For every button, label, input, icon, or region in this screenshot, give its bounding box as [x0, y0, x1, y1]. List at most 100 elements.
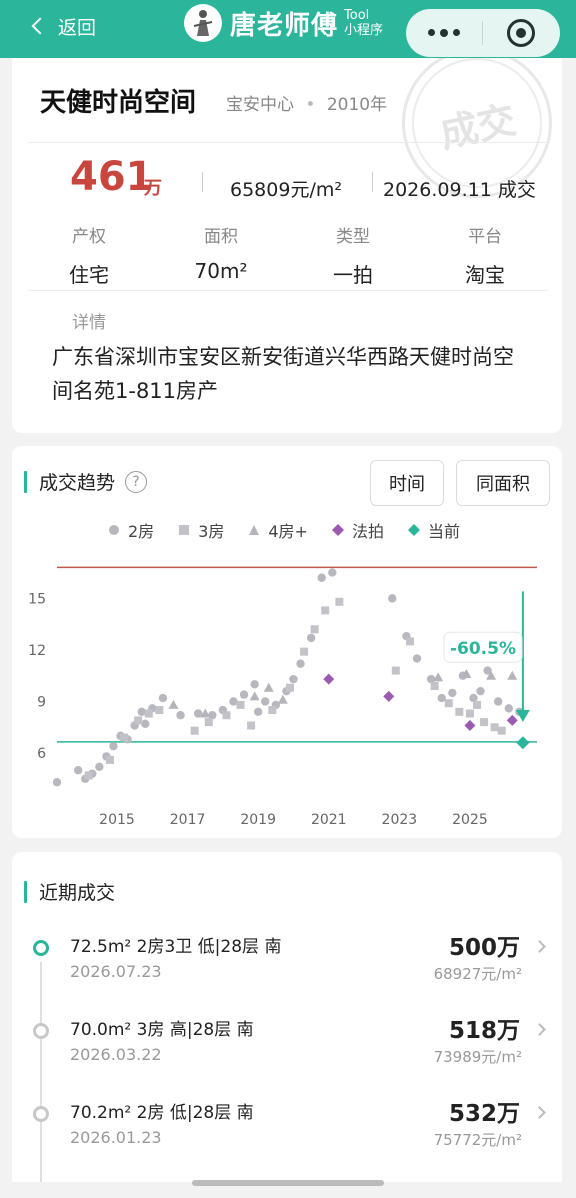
detail-address: 广东省深圳市宝安区新安街道兴华西路天健时尚空间名苑1-811房产	[52, 345, 514, 403]
timeline-dot	[33, 1023, 49, 1039]
data-point-2room	[504, 704, 513, 713]
trend-chart[interactable]: 6 9 12 15 2015 2017 2019 2021 2023 2025 -60.5%	[12, 446, 562, 838]
data-point-2room	[52, 778, 62, 787]
data-point-2room	[476, 686, 485, 696]
brand-tag-cn: 小程序	[344, 23, 384, 38]
total-price: 461	[70, 154, 154, 200]
data-point-2room	[306, 633, 316, 643]
more-icon[interactable]	[406, 29, 482, 37]
recent-header: 近期成交	[24, 878, 115, 905]
attr-platform: 平台 淘宝	[465, 227, 505, 287]
list-item[interactable]: 72.5m² 2房3卫 低|28层 南 2026.07.23 500万 6892…	[12, 932, 562, 1012]
data-point-2room	[176, 711, 185, 720]
data-point-2room	[493, 697, 503, 706]
data-point-2room	[250, 680, 259, 689]
build-year: 2010年	[326, 95, 388, 115]
data-point-2room	[296, 659, 305, 668]
x-tick-label: 2015	[99, 812, 135, 828]
recent-card: 近期成交 72.5m² 2房3卫 低|28层 南 2026.07.23 500万…	[12, 852, 562, 1182]
data-point-auction	[506, 714, 518, 726]
data-point-3room	[268, 706, 277, 715]
data-point-2room	[158, 693, 168, 703]
close-miniprogram-icon[interactable]	[483, 19, 559, 47]
data-point-3room	[335, 597, 344, 606]
drop-arrow-head	[515, 709, 530, 722]
chevron-right-icon	[533, 940, 546, 953]
data-point-2room	[73, 766, 83, 775]
data-point-2room	[388, 594, 397, 603]
data-point-3room	[190, 726, 199, 735]
record-total: 532万	[448, 1101, 520, 1127]
data-point-3room	[405, 637, 414, 646]
data-point-2room	[137, 707, 146, 716]
data-point-4room	[507, 670, 518, 680]
data-point-3room	[285, 683, 294, 692]
data-point-2room	[412, 654, 422, 663]
change-label: -60.5%	[450, 639, 516, 659]
home-indicator	[192, 1180, 384, 1186]
data-point-3room	[134, 716, 143, 725]
top-nav-bar: 返回 唐老师傅 Tool 小程序	[0, 0, 576, 58]
back-button[interactable]: 返回	[30, 10, 96, 42]
data-point-3room	[222, 711, 231, 720]
data-point-current	[516, 736, 530, 750]
timeline-dot	[33, 1106, 49, 1122]
y-tick-label: 15	[28, 591, 46, 607]
data-point-2room	[109, 741, 118, 751]
data-point-3room	[321, 606, 330, 615]
x-tick-label: 2019	[240, 812, 276, 828]
attr-area: 面积 70m²	[194, 227, 248, 283]
property-name: 天健时尚空间	[40, 88, 197, 118]
data-point-2room	[317, 573, 326, 582]
record-info: 70.0m² 3房 高|28层 南	[70, 1020, 254, 1040]
chevron-left-icon	[31, 17, 49, 35]
district: 宝安中心	[226, 95, 294, 115]
data-point-3room	[391, 666, 400, 675]
data-point-auction	[383, 690, 395, 702]
data-point-3room	[300, 647, 309, 656]
data-point-auction	[464, 720, 476, 732]
chevron-right-icon	[533, 1106, 546, 1119]
data-point-3room	[120, 733, 129, 742]
y-tick-label: 6	[37, 746, 46, 762]
data-point-3room	[490, 723, 499, 732]
data-point-4room	[263, 682, 274, 692]
data-point-3room	[247, 721, 256, 730]
y-tick-label: 12	[28, 643, 46, 659]
data-point-4room	[168, 699, 179, 709]
y-tick-label: 9	[37, 694, 46, 710]
data-point-2room	[437, 693, 446, 703]
attr-type: 类型 一拍	[333, 227, 373, 287]
trend-card: 成交趋势 ? 时间 同面积 2房 3房 4房+ 法拍 当前 6 9 12 15 2015…	[12, 446, 562, 838]
chevron-right-icon	[533, 1023, 546, 1036]
list-item[interactable]: 70.0m² 3房 高|28层 南 2026.03.22 518万 73989元…	[12, 1015, 562, 1095]
timeline-dot	[33, 940, 49, 956]
record-total: 518万	[448, 1018, 520, 1044]
brand-name: 唐老师傅	[230, 10, 339, 41]
data-point-2room	[229, 697, 238, 706]
price-unit: 万	[144, 178, 162, 199]
data-point-3room	[84, 771, 93, 780]
x-tick-label: 2023	[382, 812, 418, 828]
data-point-3room	[480, 718, 489, 727]
data-point-2room	[95, 762, 104, 771]
deal-date: 2026.09.11 成交	[383, 179, 536, 201]
data-point-2room	[253, 707, 263, 716]
x-tick-label: 2021	[311, 812, 347, 828]
data-point-3room	[155, 706, 164, 715]
record-unit-price: 73989元/m²	[433, 1048, 522, 1066]
data-point-3room	[444, 699, 453, 708]
data-point-3room	[465, 709, 474, 718]
record-info: 72.5m² 2房3卫 低|28层 南	[70, 937, 282, 957]
property-subtitle: 宝安中心 • 2010年	[226, 95, 388, 115]
list-item[interactable]: 70.2m² 2房 低|28层 南 2026.01.23 532万 75772元…	[12, 1098, 562, 1178]
data-point-3room	[144, 709, 153, 718]
brand-tag: Tool 小程序	[344, 8, 383, 38]
record-date: 2026.03.22	[70, 1045, 162, 1064]
record-total: 500万	[448, 935, 520, 961]
detail-label: 详情	[72, 313, 106, 333]
record-date: 2026.07.23	[70, 962, 162, 981]
miniprogram-capsule	[406, 9, 560, 57]
data-point-2room	[261, 697, 270, 706]
record-unit-price: 75772元/m²	[433, 1131, 522, 1149]
